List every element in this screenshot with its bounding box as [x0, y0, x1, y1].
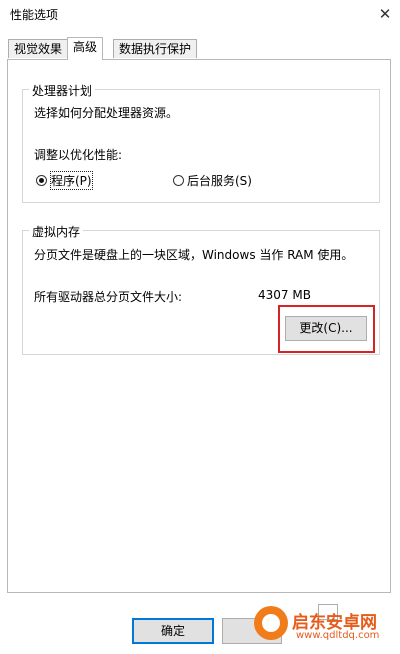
watermark-url: www.qdltdq.com — [296, 630, 380, 641]
tab-data-execution-prevention[interactable]: 数据执行保护 — [113, 39, 198, 58]
radio-programs-label[interactable]: 程序(P) — [50, 171, 93, 190]
processor-description: 选择如何分配处理器资源。 — [34, 106, 179, 120]
radio-programs-indicator[interactable] — [36, 175, 47, 186]
virtual-memory-legend: 虚拟内存 — [29, 223, 84, 240]
title-bar: 性能选项 ✕ — [0, 0, 400, 30]
watermark: 启东安卓网 www.qdltdq.com — [254, 606, 394, 650]
ok-button[interactable]: 确定 — [132, 618, 214, 644]
tab-visual-effects[interactable]: 视觉效果 — [8, 39, 69, 58]
tab-advanced[interactable]: 高级 — [67, 37, 104, 60]
close-icon[interactable]: ✕ — [370, 0, 400, 30]
window-title: 性能选项 — [10, 8, 59, 22]
processor-scheduling-legend: 处理器计划 — [29, 82, 96, 99]
adjust-for-label: 调整以优化性能: — [34, 148, 123, 162]
total-paging-size-label: 所有驱动器总分页文件大小: — [34, 290, 183, 304]
total-paging-size-value: 4307 MB — [258, 288, 311, 302]
radio-background-services-indicator[interactable] — [173, 175, 184, 186]
virtual-memory-description: 分页文件是硬盘上的一块区域，Windows 当作 RAM 使用。 — [34, 248, 354, 262]
radio-background-services-label[interactable]: 后台服务(S) — [187, 172, 252, 189]
watermark-logo-icon — [254, 606, 288, 640]
highlight-box — [278, 305, 375, 353]
